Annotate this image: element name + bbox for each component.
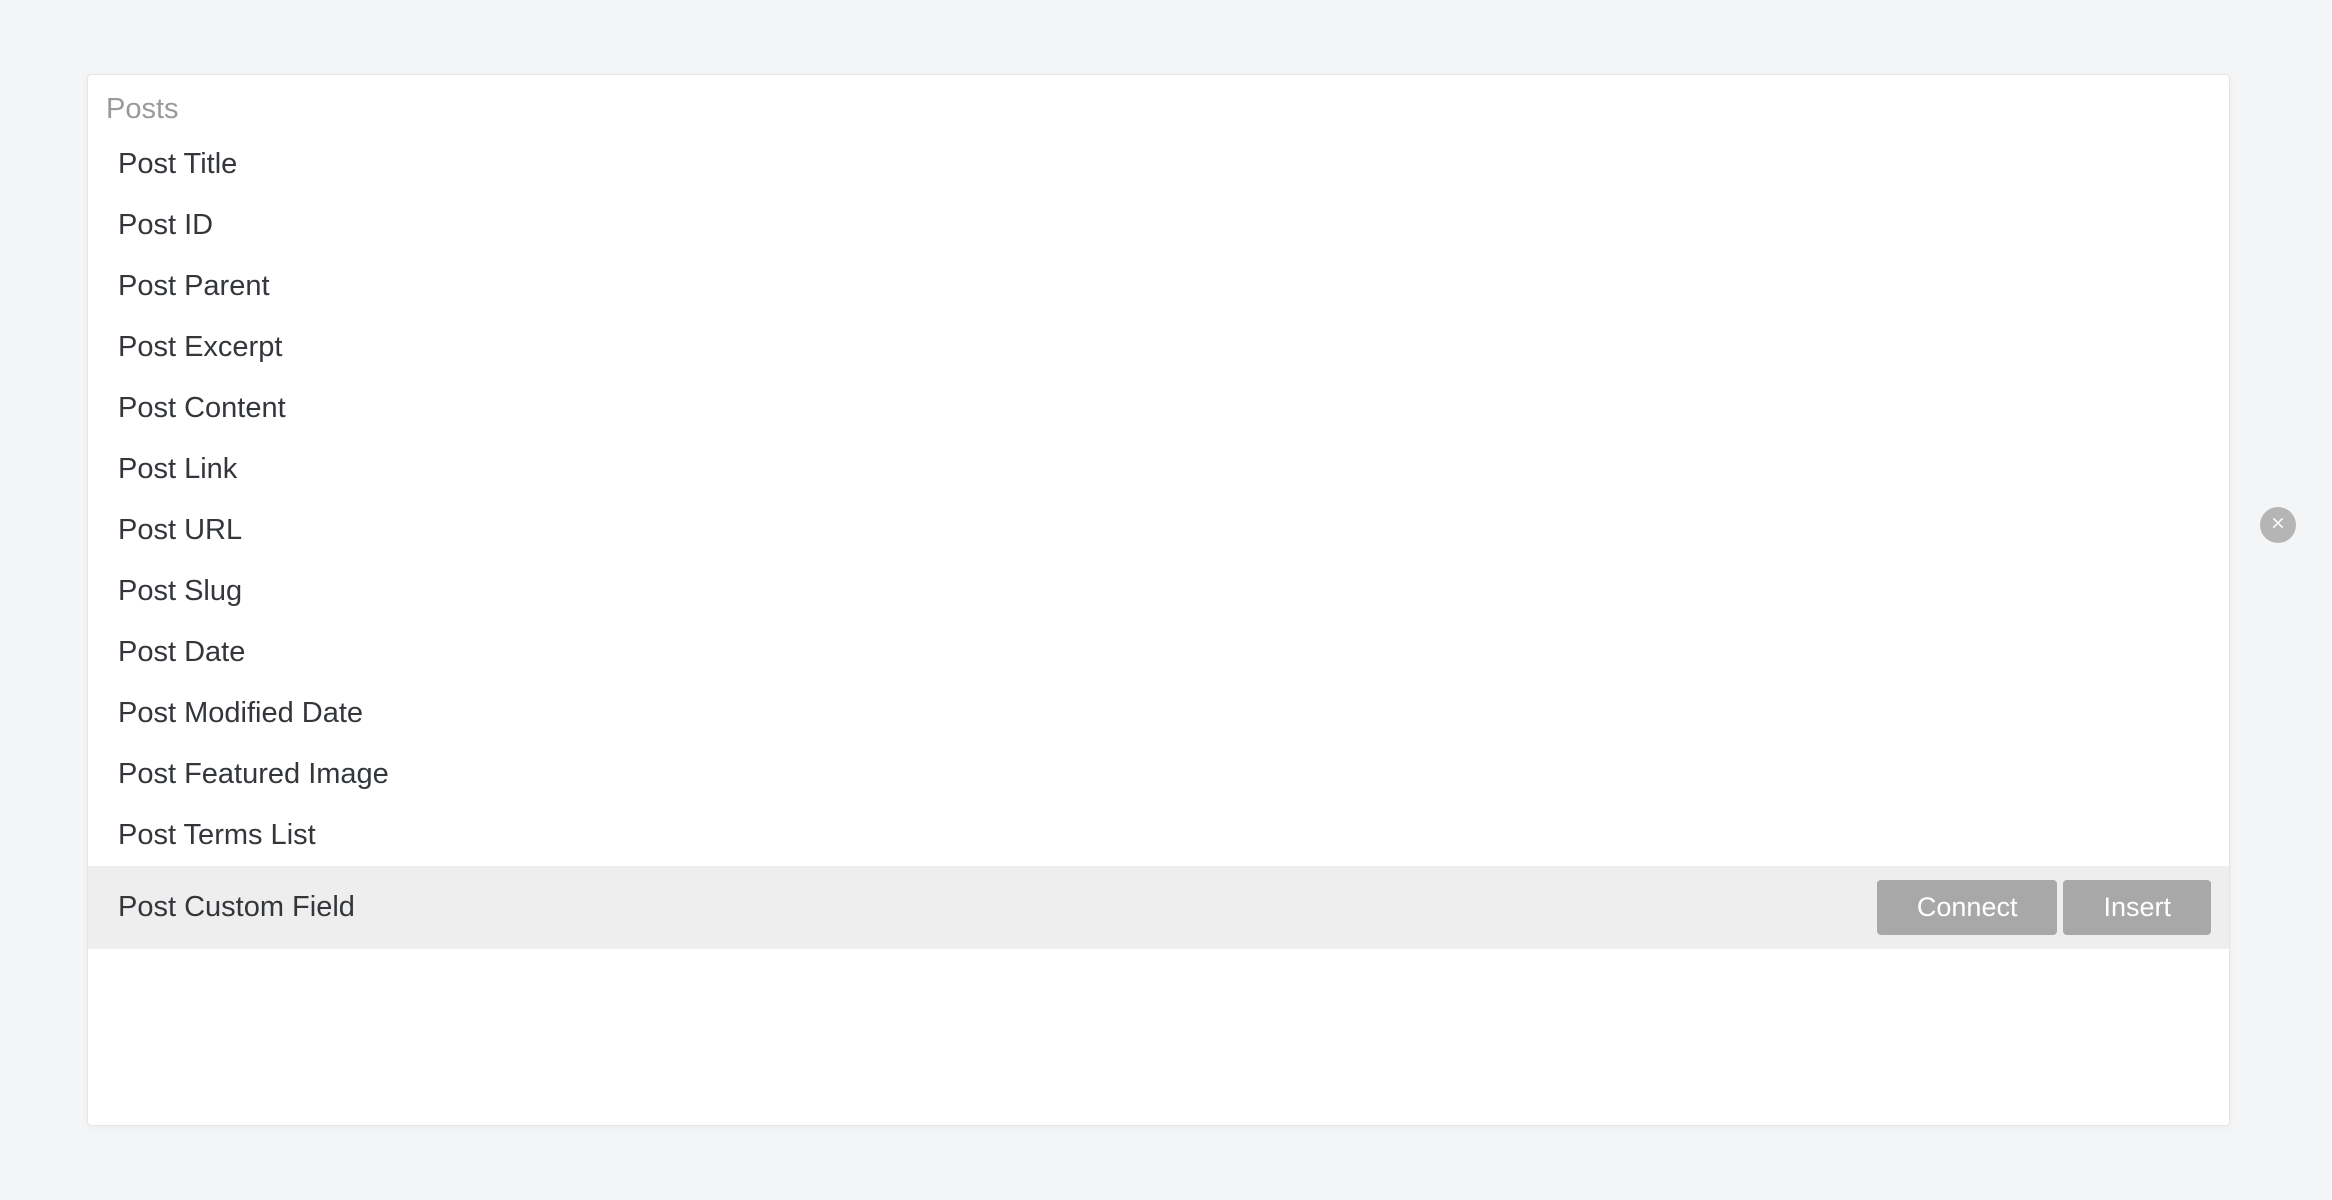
option-item[interactable]: Post Link <box>88 439 2229 500</box>
connect-button[interactable]: Connect <box>1877 880 2058 935</box>
option-label: Post Terms List <box>118 819 2211 852</box>
option-label: Post Content <box>118 392 2211 425</box>
option-item[interactable]: Post Content <box>88 378 2229 439</box>
option-item[interactable]: Post ID <box>88 195 2229 256</box>
option-label: Post Modified Date <box>118 697 2211 730</box>
option-label: Post Custom Field <box>118 891 1877 924</box>
options-panel: Posts Post Title Post ID Post Parent Post E… <box>87 74 2230 1126</box>
options-list: Post Title Post ID Post Parent Post Excerpt… <box>88 134 2229 949</box>
option-item[interactable]: Post Excerpt <box>88 317 2229 378</box>
insert-button[interactable]: Insert <box>2063 880 2211 935</box>
option-label: Post Link <box>118 453 2211 486</box>
option-item[interactable]: Post Date <box>88 622 2229 683</box>
option-label: Post Slug <box>118 575 2211 608</box>
option-item[interactable]: Post Featured Image <box>88 744 2229 805</box>
option-item[interactable]: Post URL <box>88 500 2229 561</box>
options-scroll-area[interactable]: Posts Post Title Post ID Post Parent Post E… <box>88 75 2229 1125</box>
option-label: Post Parent <box>118 270 2211 303</box>
close-button[interactable] <box>2260 507 2296 543</box>
option-label: Post Featured Image <box>118 758 2211 791</box>
option-item[interactable]: Post Custom FieldConnectInsert <box>88 866 2229 949</box>
option-item[interactable]: Post Modified Date <box>88 683 2229 744</box>
option-label: Post Title <box>118 148 2211 181</box>
option-label: Post ID <box>118 209 2211 242</box>
option-item[interactable]: Post Parent <box>88 256 2229 317</box>
option-item[interactable]: Post Terms List <box>88 805 2229 866</box>
group-header: Posts <box>88 75 2229 134</box>
option-item[interactable]: Post Slug <box>88 561 2229 622</box>
option-label: Post URL <box>118 514 2211 547</box>
option-label: Post Excerpt <box>118 331 2211 364</box>
close-icon <box>2269 514 2287 537</box>
option-item[interactable]: Post Title <box>88 134 2229 195</box>
option-actions: ConnectInsert <box>1877 880 2211 935</box>
option-label: Post Date <box>118 636 2211 669</box>
